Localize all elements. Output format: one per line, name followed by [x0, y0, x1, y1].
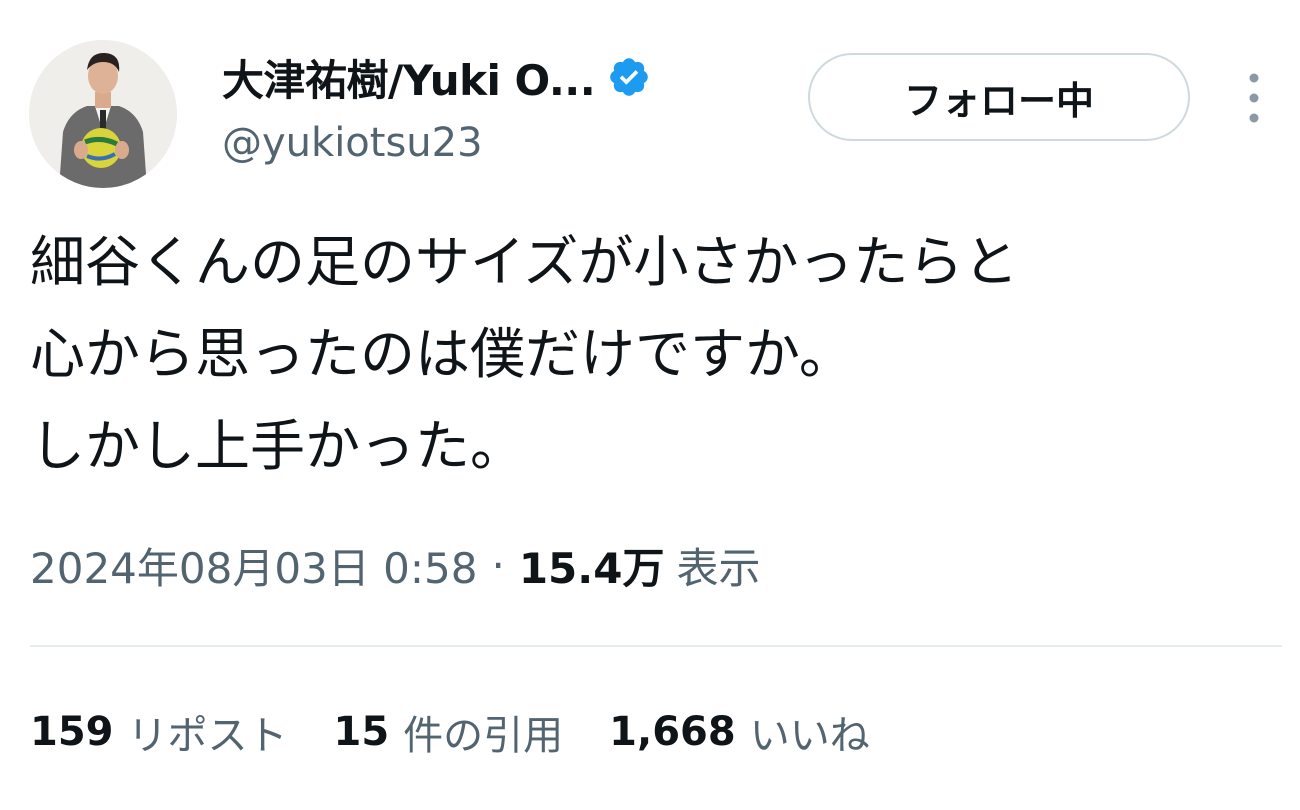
tweet-text-line: 心から思ったのは僕だけですか。	[30, 322, 854, 386]
reposts-stat[interactable]: 159 リポスト	[30, 703, 288, 761]
likes-label: いいね	[749, 713, 870, 759]
reposts-count: 159	[30, 709, 114, 755]
following-button[interactable]: フォロー中	[808, 53, 1190, 141]
author-name-row[interactable]: 大津祐樹/Yuki O...	[222, 50, 651, 105]
views-label[interactable]: 表示	[676, 535, 760, 596]
quotes-count: 15	[333, 709, 390, 755]
quotes-stat[interactable]: 15 件の引用	[334, 703, 564, 761]
divider	[30, 645, 1282, 647]
avatar-image	[29, 40, 177, 188]
avatar[interactable]	[29, 40, 177, 188]
tweet-text: 細谷くんの足のサイズが小さかったらと 心から思ったのは僕だけですか。 しかし上手…	[30, 216, 1270, 492]
verified-badge-icon[interactable]	[607, 55, 651, 99]
tweet-text-line: 細谷くんの足のサイズが小さかったらと	[30, 230, 1019, 294]
views-count[interactable]: 15.4万	[519, 535, 665, 596]
reposts-label: リポスト	[127, 713, 288, 759]
tweet-timestamp[interactable]: 2024年08月03日 0:58	[30, 535, 477, 596]
quotes-label: 件の引用	[403, 713, 564, 759]
likes-stat[interactable]: 1,668 いいね	[609, 703, 870, 761]
likes-count: 1,668	[609, 709, 736, 755]
author-display-name[interactable]: 大津祐樹/Yuki O...	[222, 47, 596, 108]
author-handle[interactable]: @yukiotsu23	[222, 120, 483, 166]
tweet-text-line: しかし上手かった。	[30, 414, 526, 478]
tweet-stats: 159 リポスト 15 件の引用 1,668 いいね	[30, 702, 916, 762]
meta-separator: ·	[491, 540, 505, 590]
more-vertical-icon[interactable]	[1238, 70, 1270, 126]
tweet-meta: 2024年08月03日 0:58 · 15.4万 表示	[30, 535, 760, 595]
